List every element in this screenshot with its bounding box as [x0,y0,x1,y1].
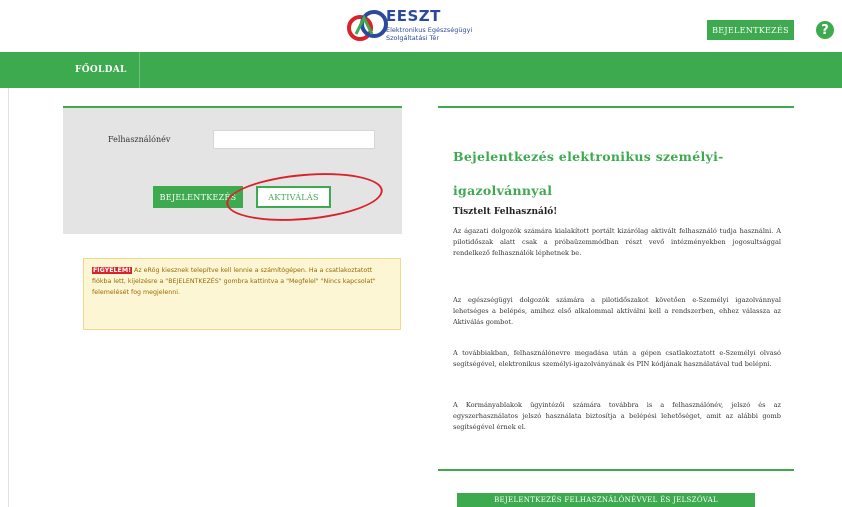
main-navbar: FŐOLDAL [0,52,842,88]
info-title: Bejelentkezés elektronikus személyi-igaz… [453,149,724,198]
eeszt-logo-icon [347,10,388,41]
info-paragraph: Az ágazati dolgozók számára kialakított … [453,227,781,257]
info-paragraph: A Kormányablakok ügyintézői számára tová… [453,401,781,431]
info-greeting: Tisztelt Felhasználó! [453,207,558,217]
activate-button[interactable]: AKTIVÁLÁS [256,186,331,208]
info-top-divider [438,106,794,108]
info-bottom-divider [438,469,794,471]
login-with-password-button[interactable]: BEJELENTKEZÉS FELHASZNÁLÓNÉVVEL ÉS JELSZ… [457,493,755,507]
logo-subtitle: Elektronikus Egészségügyi Szolgáltatási … [386,26,473,42]
header-login-button[interactable]: BEJELENTKEZÉS [707,20,794,40]
eeszt-logo[interactable]: EESZT Elektronikus Egészségügyi Szolgált… [346,4,526,48]
username-label: Felhasználónév [108,135,171,144]
info-paragraph: A továbbiakban, felhasználónevre megadás… [453,349,781,368]
page-left-border [8,88,9,507]
warning-tag: FIGYELEM! [92,267,132,274]
warning-box: FIGYELEM! Az eRög kiesznek telepítve kel… [83,258,401,330]
logo-title: EESZT [386,7,441,25]
info-paragraph: Az egészségügyi dolgozók számára a pilot… [453,296,781,326]
login-button[interactable]: BEJELENTKEZÉS [153,186,243,208]
header: EESZT Elektronikus Egészségügyi Szolgált… [0,0,842,52]
warning-text: Az eRög kiesznek telepítve kell lennie a… [92,267,376,296]
help-icon[interactable]: ? [816,21,834,39]
nav-item-home[interactable]: FŐOLDAL [63,52,140,88]
login-panel: Felhasználónév BEJELENTKEZÉS AKTIVÁLÁS [63,106,402,234]
username-input[interactable] [213,130,375,149]
